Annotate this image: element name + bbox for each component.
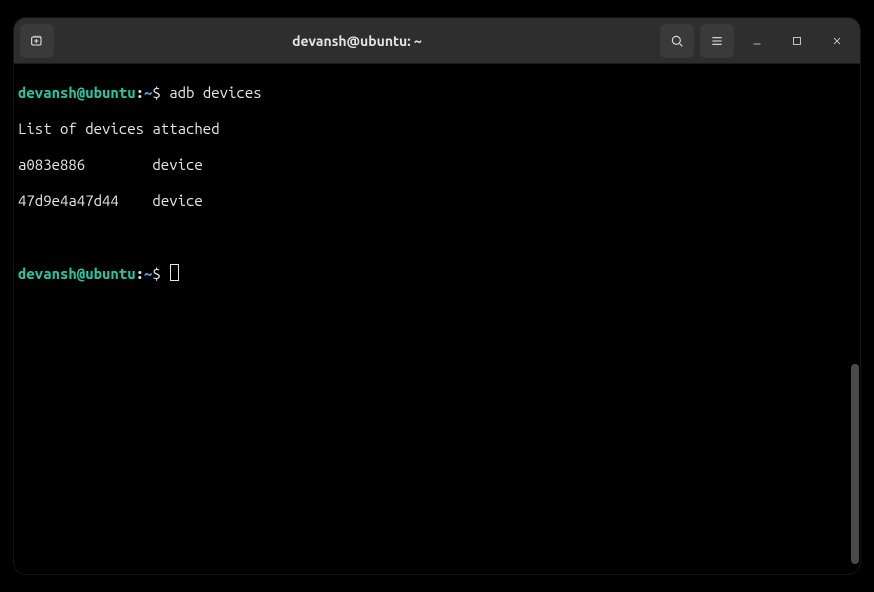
device-row: 47d9e4a47d44 device: [18, 192, 856, 210]
hamburger-icon: [709, 33, 725, 49]
titlebar-right: [660, 24, 854, 58]
prompt-colon: :: [136, 84, 144, 101]
blank-line: [18, 228, 856, 246]
device-row: a083e886 device: [18, 156, 856, 174]
prompt-colon: :: [136, 265, 144, 282]
prompt-user-host: devansh@ubuntu: [18, 84, 136, 101]
menu-button[interactable]: [700, 24, 734, 58]
device-id: 47d9e4a47d44: [18, 192, 119, 209]
titlebar: devansh@ubuntu: ~: [14, 18, 860, 64]
device-status: device: [152, 192, 202, 209]
new-tab-button[interactable]: [20, 24, 54, 58]
terminal-body[interactable]: devansh@ubuntu:~$ adb devices List of de…: [14, 64, 860, 574]
cursor: [170, 264, 179, 281]
command-text: adb devices: [161, 84, 262, 101]
window-title: devansh@ubuntu: ~: [60, 33, 654, 49]
terminal-window: devansh@ubuntu: ~: [14, 18, 860, 574]
minimize-button[interactable]: [740, 24, 774, 58]
search-icon: [669, 33, 685, 49]
scrollbar-thumb[interactable]: [851, 364, 859, 564]
prompt-dollar: $: [152, 265, 160, 282]
terminal-line: devansh@ubuntu:~$ adb devices: [18, 84, 856, 102]
maximize-button[interactable]: [780, 24, 814, 58]
titlebar-left: [20, 24, 54, 58]
prompt-user-host: devansh@ubuntu: [18, 265, 136, 282]
close-button[interactable]: [820, 24, 854, 58]
new-tab-icon: [29, 33, 45, 49]
terminal-line: devansh@ubuntu:~$: [18, 264, 856, 283]
maximize-icon: [791, 35, 803, 47]
device-status: device: [152, 156, 202, 173]
prompt-dollar: $: [152, 84, 160, 101]
search-button[interactable]: [660, 24, 694, 58]
minimize-icon: [751, 35, 763, 47]
close-icon: [831, 35, 843, 47]
device-id: a083e886: [18, 156, 85, 173]
output-header: List of devices attached: [18, 120, 856, 138]
